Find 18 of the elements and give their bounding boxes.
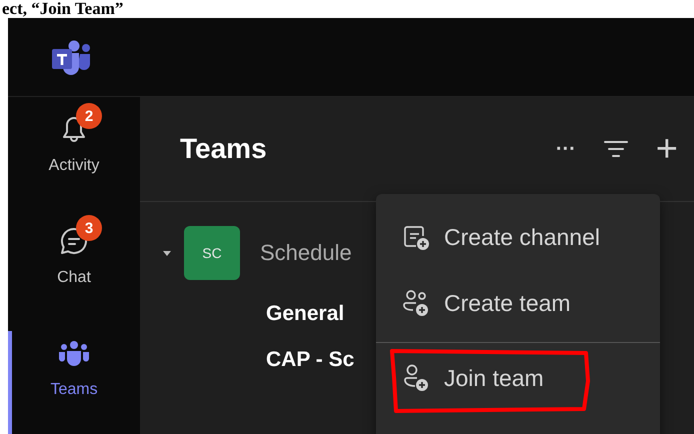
rail-item[interactable]: Teams [8, 331, 140, 434]
team-avatar: SC [184, 226, 240, 280]
teams-logo-icon [50, 39, 92, 75]
menu-item[interactable]: Create channel [376, 204, 660, 270]
filter-icon[interactable] [604, 140, 628, 158]
more-options-button[interactable]: ··· [556, 138, 576, 160]
team-name[interactable]: Schedule [260, 240, 352, 266]
people-add-icon [402, 289, 430, 317]
menu-item[interactable]: Join team [376, 345, 660, 411]
count-badge: 2 [76, 103, 102, 129]
panel-title: Teams [180, 133, 268, 165]
caret-icon[interactable] [162, 248, 172, 258]
add-button[interactable]: + [656, 130, 678, 168]
menu-item[interactable]: Create team [376, 270, 660, 336]
person-add-icon [402, 364, 430, 392]
channel-add-icon [402, 223, 430, 251]
count-badge: 3 [76, 215, 102, 241]
caption-text: ect, “Join Team” [1, 0, 124, 18]
